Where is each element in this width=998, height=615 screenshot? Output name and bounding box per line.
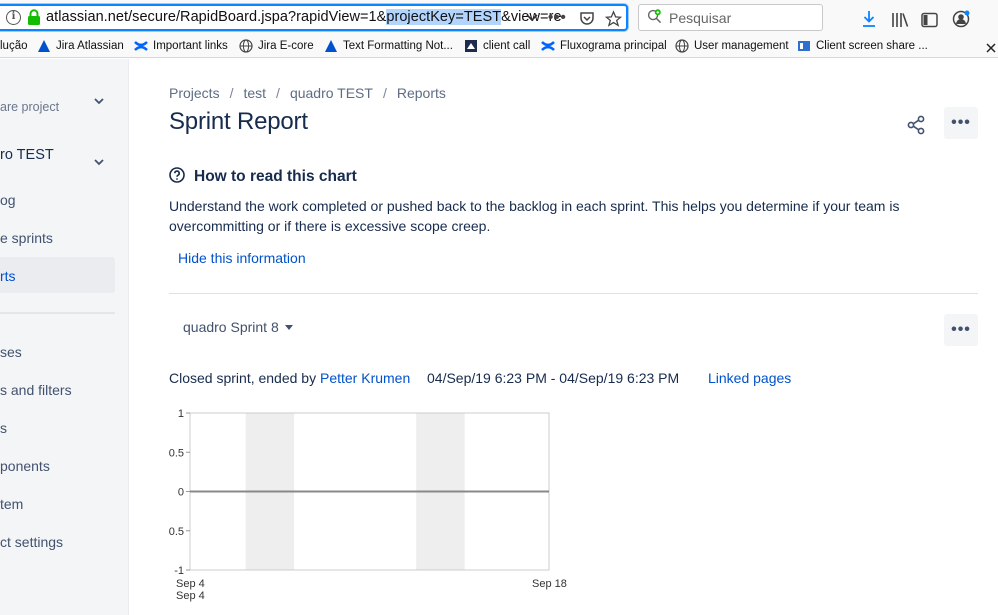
page-actions-icon[interactable]: •••	[548, 6, 567, 28]
sidebar-item-board[interactable]: ro TEST	[0, 147, 54, 163]
search-input[interactable]: Pesquisar	[638, 4, 823, 31]
bookmark-label: Fluxograma principal	[560, 40, 667, 52]
chart-y-tick-label: 1	[178, 408, 184, 420]
breadcrumb-board[interactable]: quadro TEST	[290, 85, 373, 101]
sidebar-item-issues-filters[interactable]: s and filters	[0, 382, 72, 398]
globe-icon	[239, 39, 253, 53]
sprint-status-text: Closed sprint, ended by	[169, 370, 317, 386]
share-icon	[907, 115, 925, 135]
sidebar-item-pages[interactable]: s	[0, 420, 7, 436]
linked-pages-link[interactable]: Linked pages	[708, 370, 791, 386]
pocket-icon[interactable]	[579, 8, 595, 30]
chart-x-tick-label: Sep 4	[176, 578, 205, 590]
account-icon[interactable]	[952, 8, 970, 30]
sidebar-item-backlog[interactable]: og	[0, 192, 16, 208]
lock-icon	[28, 9, 40, 25]
breadcrumb-project[interactable]: test	[243, 85, 266, 101]
bookmark-item[interactable]: Jira E-core	[239, 38, 314, 54]
sidebar-item-active-sprints[interactable]: e sprints	[0, 230, 53, 246]
hide-information-link[interactable]: Hide this information	[178, 250, 306, 266]
breadcrumb-reports[interactable]: Reports	[397, 85, 446, 101]
sidebar-item-components[interactable]: ponents	[0, 458, 50, 474]
chart-y-tick-label: 0.5	[169, 526, 184, 538]
chart-y-tick-label: 0.5	[169, 447, 184, 459]
project-sidebar: are project ro TEST og e sprints rts ses…	[0, 59, 129, 615]
sidebar-item-add-item[interactable]: tem	[0, 496, 23, 512]
bookmark-label: client call	[483, 40, 531, 52]
more-actions-button[interactable]: •••	[944, 107, 978, 139]
breadcrumb: Projects / test / quadro TEST / Reports	[169, 85, 446, 101]
help-icon	[169, 167, 185, 183]
sidebar-item-project-type[interactable]: are project	[0, 100, 59, 114]
chevron-down-icon[interactable]	[525, 10, 539, 24]
confluence-icon	[134, 41, 148, 51]
page-title: Sprint Report	[169, 108, 308, 135]
chevron-down-icon[interactable]	[93, 95, 105, 107]
section-divider	[169, 293, 978, 294]
sprint-status: Closed sprint, ended by Petter Krumen	[169, 370, 410, 386]
download-icon[interactable]	[861, 8, 877, 30]
sprint-more-button[interactable]: •••	[944, 314, 978, 346]
browser-toolbar: i atlassian.net/secure/RapidBoard.jspa?r…	[0, 0, 998, 34]
bookmark-item[interactable]: Jira Atlassian	[37, 38, 124, 54]
sidebar-item-reports[interactable]: rts	[0, 268, 16, 284]
bookmark-label: Client screen share ...	[816, 40, 928, 52]
sidebar-active-highlight	[0, 257, 115, 293]
star-icon[interactable]	[605, 8, 622, 30]
caret-down-icon	[284, 324, 293, 330]
search-placeholder: Pesquisar	[669, 10, 732, 26]
bookmark-label: Jira Atlassian	[56, 40, 124, 52]
sidebar-toggle-icon[interactable]	[921, 9, 938, 31]
bookmark-label: User management	[694, 40, 789, 52]
share-button[interactable]	[902, 111, 930, 139]
more-icon: •••	[951, 321, 971, 338]
more-icon: •••	[951, 114, 971, 131]
chart-x-tick-sublabel: Sep 4	[176, 590, 205, 602]
jira-icon	[38, 40, 50, 52]
jira-icon	[325, 40, 337, 52]
globe-icon	[675, 39, 689, 53]
main-content: Projects / test / quadro TEST / Reports Sprint…	[130, 59, 998, 615]
close-icon[interactable]	[985, 40, 997, 56]
help-title: How to read this chart	[194, 168, 357, 185]
sidebar-item-project-settings[interactable]: ct settings	[0, 534, 63, 550]
info-icon[interactable]: i	[6, 10, 21, 25]
bookmark-label: Jira E-core	[258, 40, 314, 52]
page-icon	[798, 41, 810, 51]
bookmark-item[interactable]: Text Formatting Not...	[324, 38, 453, 54]
bookmark-item[interactable]: client call	[464, 38, 530, 54]
confluence-icon	[541, 41, 555, 51]
url-bar[interactable]: i atlassian.net/secure/RapidBoard.jspa?r…	[0, 4, 628, 31]
bookmark-label: lução	[0, 40, 28, 52]
bookmark-item[interactable]: Important links	[134, 38, 228, 54]
bookmark-item[interactable]: User management	[675, 38, 789, 54]
sprint-dates: 04/Sep/19 6:23 PM - 04/Sep/19 6:23 PM	[427, 370, 680, 386]
bookmark-item[interactable]: lução	[0, 38, 28, 54]
chart-y-tick-label: -1	[174, 565, 184, 577]
sprint-selector-label: quadro Sprint 8	[183, 319, 279, 335]
chevron-down-icon[interactable]	[93, 156, 105, 168]
bookmark-item[interactable]: Client screen share ...	[797, 38, 928, 54]
library-icon[interactable]	[891, 9, 909, 31]
chart-y-tick-label: 0	[178, 487, 184, 499]
search-icon	[647, 9, 662, 24]
bookmarks-bar: lução Jira Atlassian Important links Jir…	[0, 34, 998, 58]
sprint-chart: 10.500.5-1Sep 4Sep 4Sep 18	[169, 408, 567, 602]
bookmark-label: Text Formatting Not...	[343, 40, 453, 52]
page-icon	[465, 40, 477, 52]
help-text: Understand the work completed or pushed …	[169, 198, 900, 234]
sidebar-item-releases[interactable]: ses	[0, 344, 22, 360]
bookmark-item[interactable]: Fluxograma principal	[541, 38, 667, 54]
breadcrumb-projects[interactable]: Projects	[169, 85, 220, 101]
sidebar-divider	[0, 312, 115, 314]
bookmark-label: Important links	[153, 40, 228, 52]
sprint-ended-by-link[interactable]: Petter Krumen	[320, 370, 410, 386]
url-text[interactable]: atlassian.net/secure/RapidBoard.jspa?rap…	[46, 9, 562, 25]
chart-x-tick-label: Sep 18	[532, 578, 567, 590]
sprint-selector[interactable]: quadro Sprint 8	[183, 319, 293, 335]
